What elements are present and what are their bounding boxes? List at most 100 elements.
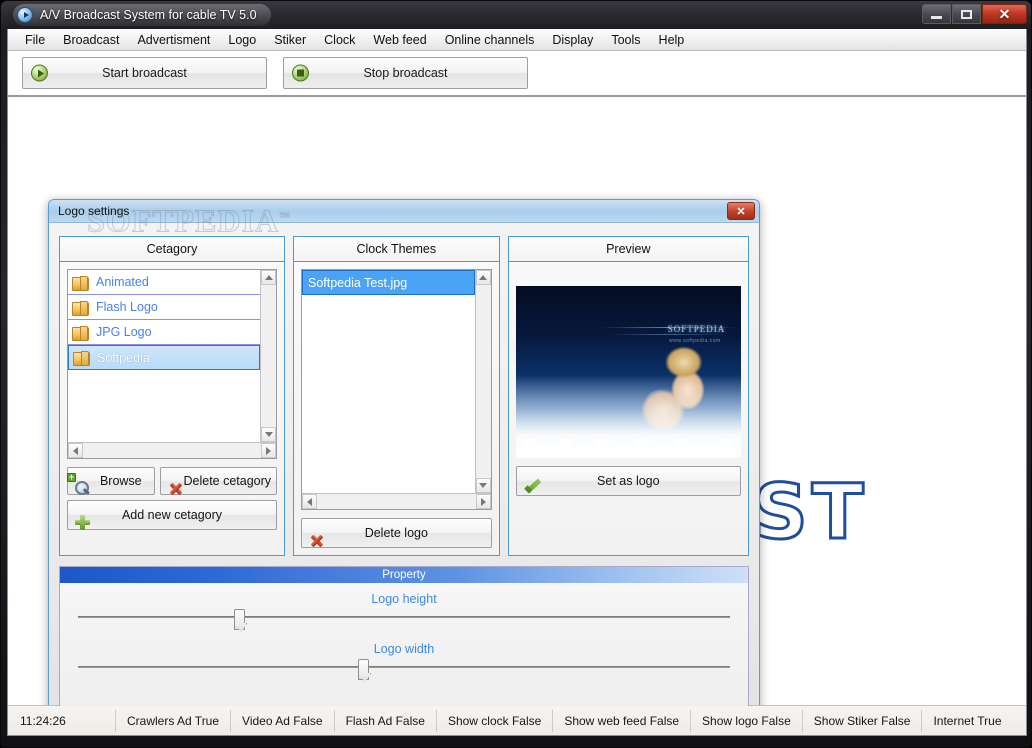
themes-listbox[interactable]: Softpedia Test.jpg bbox=[301, 269, 492, 510]
status-show-logo: Show logo False bbox=[691, 710, 803, 732]
close-icon: ✕ bbox=[999, 6, 1011, 23]
window-title: A/V Broadcast System for cable TV 5.0 bbox=[40, 8, 257, 22]
window-title-pill: A/V Broadcast System for cable TV 5.0 bbox=[13, 4, 271, 26]
status-show-clock: Show clock False bbox=[437, 710, 553, 732]
category-listbox[interactable]: Animated Flash Logo bbox=[67, 269, 277, 459]
menu-help[interactable]: Help bbox=[650, 31, 694, 49]
add-new-category-button[interactable]: Add new cetagory bbox=[67, 500, 277, 530]
maximize-button[interactable] bbox=[952, 4, 981, 24]
menu-broadcast[interactable]: Broadcast bbox=[54, 31, 128, 49]
stop-broadcast-button[interactable]: Stop broadcast bbox=[283, 57, 528, 89]
set-as-logo-label: Set as logo bbox=[517, 474, 740, 488]
dialog-close-button[interactable]: ✕ bbox=[727, 202, 755, 220]
scroll-up-icon[interactable] bbox=[476, 270, 491, 285]
preview-image-caption: SOFTPEDIA bbox=[668, 324, 726, 334]
property-section: Property Logo height Logo width bbox=[59, 566, 749, 706]
theme-item-label: Softpedia Test.jpg bbox=[308, 276, 407, 290]
preview-panel-body: SOFTPEDIA www.softpedia.com Set as logo bbox=[509, 262, 748, 555]
menu-advertisment[interactable]: Advertisment bbox=[128, 31, 219, 49]
set-as-logo-button[interactable]: Set as logo bbox=[516, 466, 741, 496]
toolbar: Start broadcast Stop broadcast bbox=[8, 51, 1026, 97]
status-show-web-feed: Show web feed False bbox=[553, 710, 691, 732]
start-broadcast-label: Start broadcast bbox=[23, 66, 266, 80]
folder-icon bbox=[72, 276, 88, 289]
logo-preview-image: SOFTPEDIA www.softpedia.com bbox=[516, 286, 741, 458]
themes-vertical-scrollbar[interactable] bbox=[475, 270, 491, 493]
scroll-right-icon[interactable] bbox=[476, 494, 491, 509]
minimize-button[interactable] bbox=[922, 4, 951, 24]
logo-height-slider-thumb[interactable] bbox=[234, 609, 245, 630]
preview-foam bbox=[516, 375, 741, 458]
resize-grip[interactable] bbox=[1011, 721, 1023, 733]
preview-panel-header: Preview bbox=[509, 237, 748, 262]
maximize-icon bbox=[961, 10, 972, 19]
menubar: File Broadcast Advertisment Logo Stiker … bbox=[8, 29, 1026, 51]
dialog-body: Cetagory Animated bbox=[49, 223, 759, 706]
category-horizontal-scrollbar[interactable] bbox=[68, 442, 276, 458]
list-item-selected[interactable]: Softpedia Test.jpg bbox=[302, 270, 475, 295]
themes-horizontal-scrollbar[interactable] bbox=[302, 493, 491, 509]
status-internet: Internet True bbox=[922, 710, 1012, 732]
scroll-right-icon[interactable] bbox=[261, 443, 276, 458]
logo-width-label: Logo width bbox=[60, 642, 748, 656]
scroll-down-icon[interactable] bbox=[261, 427, 276, 442]
scroll-left-icon[interactable] bbox=[68, 443, 83, 458]
logo-settings-dialog: SOFTPEDIA™ www.softpedia.com Logo settin… bbox=[48, 199, 760, 706]
logo-width-slider[interactable] bbox=[78, 659, 730, 683]
status-show-stiker: Show Stiker False bbox=[803, 710, 923, 732]
category-panel: Cetagory Animated bbox=[59, 236, 285, 556]
menu-stiker[interactable]: Stiker bbox=[265, 31, 315, 49]
status-flash-ad: Flash Ad False bbox=[335, 710, 437, 732]
list-item[interactable]: Flash Logo bbox=[68, 295, 260, 320]
logo-height-label: Logo height bbox=[60, 592, 748, 606]
menu-display[interactable]: Display bbox=[543, 31, 602, 49]
category-item-label: Softpedia bbox=[97, 351, 150, 365]
status-crawlers-ad: Crawlers Ad True bbox=[116, 710, 231, 732]
add-new-category-label: Add new cetagory bbox=[68, 508, 276, 522]
dialog-close-icon: ✕ bbox=[736, 205, 745, 218]
logo-height-slider[interactable] bbox=[78, 609, 730, 633]
category-button-row: + Browse Delete cetagory bbox=[67, 467, 277, 495]
logo-width-slider-thumb[interactable] bbox=[358, 659, 369, 680]
scroll-down-icon[interactable] bbox=[476, 478, 491, 493]
scroll-up-icon[interactable] bbox=[261, 270, 276, 285]
menu-logo[interactable]: Logo bbox=[219, 31, 265, 49]
delete-logo-label: Delete logo bbox=[302, 526, 491, 540]
statusbar: 11:24:26 Crawlers Ad True Video Ad False… bbox=[8, 705, 1026, 735]
application-window: A/V Broadcast System for cable TV 5.0 ✕ … bbox=[0, 0, 1032, 748]
list-item-selected[interactable]: Softpedia bbox=[68, 345, 260, 370]
list-item[interactable]: Animated bbox=[68, 270, 260, 295]
dialog-titlebar[interactable]: Logo settings ✕ bbox=[49, 200, 759, 223]
scroll-left-icon[interactable] bbox=[302, 494, 317, 509]
softpedia-st-logo-mark: ST bbox=[753, 477, 873, 547]
work-area: ST SOFTPEDIA™ www.softpedia.com Logo set… bbox=[8, 97, 1026, 706]
list-item[interactable]: JPG Logo bbox=[68, 320, 260, 345]
menu-web-feed[interactable]: Web feed bbox=[364, 31, 435, 49]
folder-icon bbox=[73, 351, 89, 364]
stop-broadcast-label: Stop broadcast bbox=[284, 66, 527, 80]
client-area: File Broadcast Advertisment Logo Stiker … bbox=[7, 29, 1027, 736]
browse-button[interactable]: + Browse bbox=[67, 467, 155, 495]
category-panel-body: Animated Flash Logo bbox=[60, 262, 284, 555]
delete-logo-button[interactable]: Delete logo bbox=[301, 518, 492, 548]
close-button[interactable]: ✕ bbox=[982, 4, 1027, 24]
menu-file[interactable]: File bbox=[16, 31, 54, 49]
menu-clock[interactable]: Clock bbox=[315, 31, 364, 49]
play-circle-icon bbox=[17, 7, 33, 23]
category-panel-header: Cetagory bbox=[60, 237, 284, 262]
menu-tools[interactable]: Tools bbox=[602, 31, 649, 49]
window-titlebar[interactable]: A/V Broadcast System for cable TV 5.0 ✕ bbox=[1, 1, 1032, 29]
category-vertical-scrollbar[interactable] bbox=[260, 270, 276, 442]
preview-panel: Preview SOFTPEDIA www.softpedia.com bbox=[508, 236, 749, 556]
category-item-label: Flash Logo bbox=[96, 300, 158, 314]
themes-list-items: Softpedia Test.jpg bbox=[302, 270, 475, 493]
clock-themes-panel-body: Softpedia Test.jpg bbox=[294, 262, 499, 555]
delete-category-button[interactable]: Delete cetagory bbox=[160, 467, 277, 495]
dialog-title: Logo settings bbox=[49, 204, 129, 218]
menu-online-channels[interactable]: Online channels bbox=[436, 31, 544, 49]
stop-icon bbox=[292, 65, 309, 82]
property-header: Property bbox=[60, 567, 748, 583]
start-broadcast-button[interactable]: Start broadcast bbox=[22, 57, 267, 89]
status-video-ad: Video Ad False bbox=[231, 710, 335, 732]
clock-themes-panel-header: Clock Themes bbox=[294, 237, 499, 262]
